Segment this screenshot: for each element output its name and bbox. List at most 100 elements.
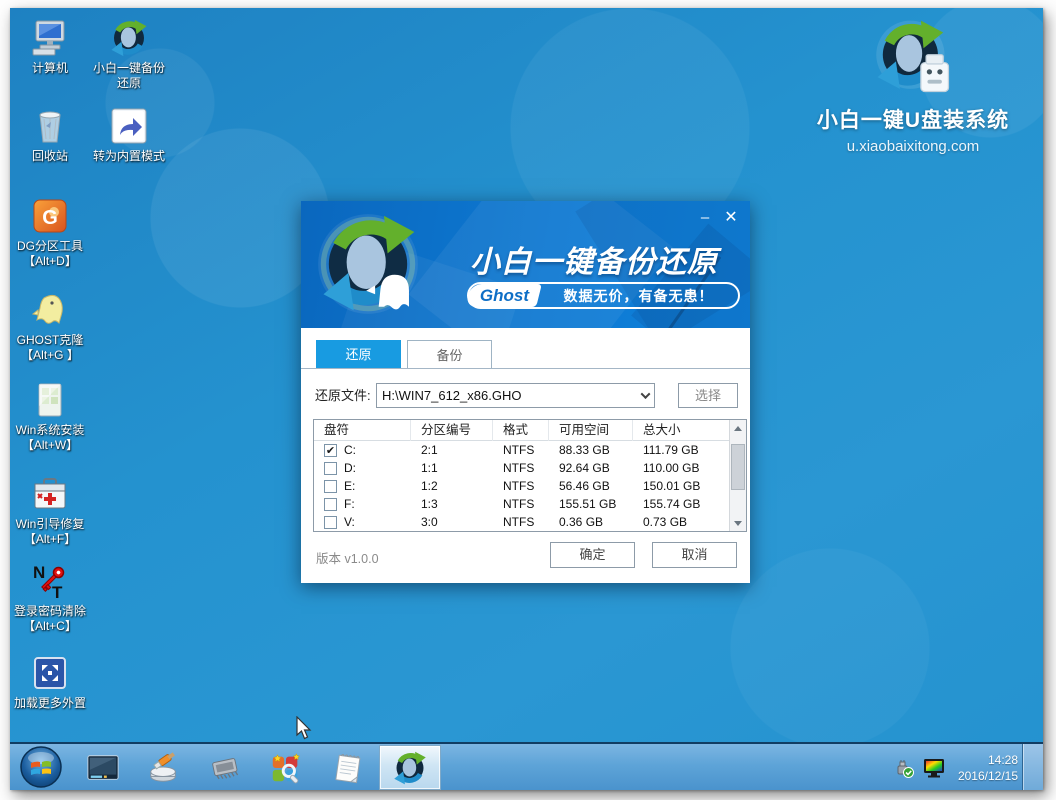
desktop-icon-label: 登录密码清除 【Alt+C】 [10,604,90,634]
partition-table: 盘符 分区编号 格式 可用空间 总大小 C: 2:1 NTFS 88.33 GB… [313,419,747,532]
col-header-format: 格式 [493,420,549,441]
dialog-logo-icon [311,207,425,321]
table-scrollbar[interactable] [729,420,746,531]
expand-arrows-icon [30,653,70,693]
tools-icon [269,751,303,785]
desktop-icon-label: Win引导修复 【Alt+F】 [10,517,90,547]
desktop-icon-label: DG分区工具 【Alt+D】 [10,239,90,269]
ghost-icon [30,290,70,330]
table-row[interactable]: V: 3:0 NTFS 0.36 GB 0.73 GB [314,513,729,531]
desktop-icon-label: GHOST克隆 【Alt+G 】 [10,333,90,363]
ghost-badge: Ghost 数据无价，有备无患！ [467,282,740,309]
restore-file-combobox[interactable]: H:\WIN7_612_x86.GHO [376,383,655,408]
tray-usb-icon[interactable] [894,744,916,790]
desktop-icon-backup-restore[interactable]: 小白一键备份 还原 [89,18,169,91]
desktop-icon-builtin-mode[interactable]: 转为内置模式 [89,106,169,164]
desktop-icon-ghost-clone[interactable]: GHOST克隆 【Alt+G 】 [10,290,90,363]
taskbar: 14:28 2016/12/15 [10,742,1043,790]
desktop-icon-win-install[interactable]: Win系统安装 【Alt+W】 [10,380,90,453]
scroll-up-icon[interactable] [730,420,746,436]
show-desktop-button[interactable] [1022,744,1043,790]
table-row[interactable]: C: 2:1 NTFS 88.33 GB 111.79 GB [314,441,729,459]
restore-file-value: H:\WIN7_612_x86.GHO [377,388,636,403]
svg-text:G: G [42,207,58,229]
mouse-cursor [296,716,313,740]
row-checkbox[interactable] [324,462,337,475]
restore-file-label: 还原文件: [315,383,371,408]
taskbar-item-notepad[interactable] [327,747,369,789]
backup-restore-icon [109,18,149,58]
backup-restore-icon [392,750,428,786]
desktop-icon-label: 加载更多外置 [10,696,90,711]
taskbar-item-console[interactable] [82,747,124,789]
desktop-icon-password-clear[interactable]: N T 登录密码清除 【Alt+C】 [10,561,90,634]
desktop-icon-label: 小白一键备份 还原 [89,61,169,91]
win-installer-icon [30,380,70,420]
desktop-icon-boot-repair[interactable]: Win引导修复 【Alt+F】 [10,474,90,547]
disk-brush-icon [147,751,181,785]
table-row[interactable]: D: 1:1 NTFS 92.64 GB 110.00 GB [314,459,729,477]
minimize-button[interactable]: – [695,208,715,227]
nt-key-icon: N T [30,561,70,601]
row-checkbox[interactable] [324,480,337,493]
dialog-title: 小白一键备份还原 [470,237,740,281]
taskbar-item-backup-restore-active[interactable] [379,745,441,790]
first-aid-kit-icon [30,474,70,514]
clock-time: 14:28 [948,752,1018,768]
taskbar-item-tools[interactable] [265,747,307,789]
backup-restore-dialog: 小白一键备份还原 Ghost 数据无价，有备无患！ – ✕ 还原 备份 还原文件… [301,201,750,583]
tab-backup[interactable]: 备份 [407,340,492,369]
shortcut-arrow-icon [109,106,149,146]
diskgenius-icon: G [30,196,70,236]
usb-system-logo-icon [871,18,955,102]
desktop-icon-label: Win系统安装 【Alt+W】 [10,423,90,453]
row-checkbox[interactable] [324,498,337,511]
memory-chip-icon [208,751,242,785]
desktop-icon-label: 转为内置模式 [89,149,169,164]
desktop-icon-label: 计算机 [10,61,90,76]
taskbar-clock[interactable]: 14:28 2016/12/15 [948,744,1018,790]
row-checkbox[interactable] [324,444,337,457]
version-label: 版本 v1.0.0 [316,548,379,567]
tab-restore[interactable]: 还原 [316,340,401,369]
desktop-icon-label: 回收站 [10,149,90,164]
desktop-icon-recycle-bin[interactable]: 回收站 [10,106,90,164]
svg-text:N: N [33,563,45,582]
svg-text:T: T [52,583,63,601]
table-row[interactable]: E: 1:2 NTFS 56.46 GB 150.01 GB [314,477,729,495]
desktop: 计算机 小白一键备份 还原 回收站 转为内置模式 [10,8,1043,790]
dialog-banner: 小白一键备份还原 Ghost 数据无价，有备无患！ – ✕ [301,201,750,328]
clock-date: 2016/12/15 [948,768,1018,784]
table-row[interactable]: F: 1:3 NTFS 155.51 GB 155.74 GB [314,495,729,513]
ok-button[interactable]: 确定 [550,542,635,568]
computer-icon [30,18,70,58]
recycle-bin-icon [30,106,70,146]
select-button[interactable]: 选择 [678,383,738,408]
branding: 小白一键U盘装系统 u.xiaobaixitong.com [802,18,1024,155]
tray-display-icon[interactable] [922,744,946,790]
desktop-icon-computer[interactable]: 计算机 [10,18,90,76]
branding-url: u.xiaobaixitong.com [802,138,1024,155]
cancel-button[interactable]: 取消 [652,542,737,568]
branding-title: 小白一键U盘装系统 [802,104,1024,134]
scroll-down-icon[interactable] [730,515,746,531]
notepad-icon [331,751,365,785]
console-icon [86,751,120,785]
scrollbar-thumb[interactable] [731,444,745,490]
col-header-total: 总大小 [633,420,729,441]
dialog-slogan: 数据无价，有备无患！ [539,286,738,306]
tab-separator [301,368,750,369]
taskbar-item-disk-cleanup[interactable] [143,747,185,789]
taskbar-item-memory[interactable] [204,747,246,789]
desktop-icon-diskgenius[interactable]: G DG分区工具 【Alt+D】 [10,196,90,269]
start-button[interactable] [19,745,63,789]
ghost-badge-left: Ghost [465,284,542,307]
col-header-free: 可用空间 [549,420,633,441]
row-checkbox[interactable] [324,516,337,529]
col-header-drive: 盘符 [314,420,411,441]
table-header-row: 盘符 分区编号 格式 可用空间 总大小 [314,420,729,441]
desktop-icon-load-more[interactable]: 加载更多外置 [10,653,90,711]
chevron-down-icon[interactable] [636,384,654,407]
close-button[interactable]: ✕ [721,208,741,227]
col-header-partition: 分区编号 [411,420,493,441]
